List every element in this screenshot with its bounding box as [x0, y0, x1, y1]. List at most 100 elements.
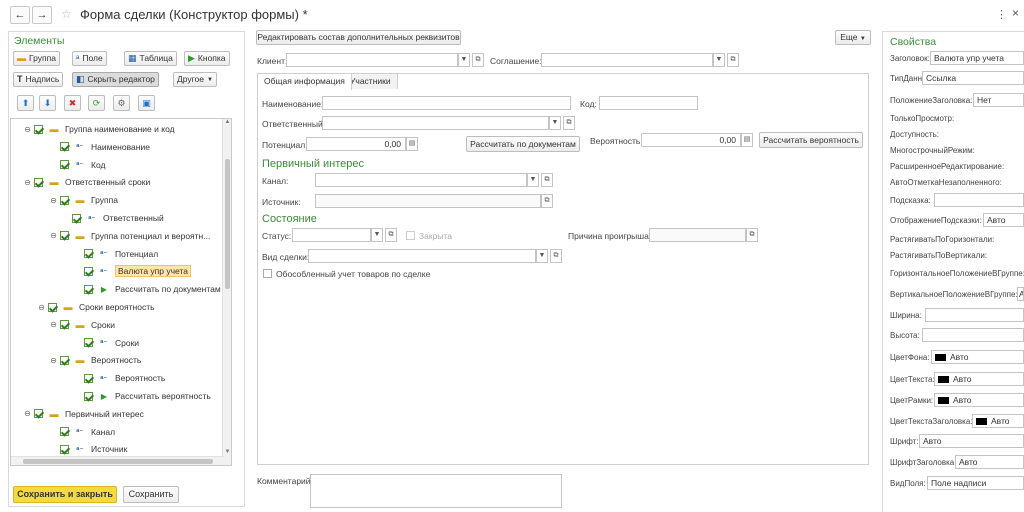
tree-item[interactable]: ᵃ⁻ Канал [49, 424, 115, 440]
agreement-dropdown-button[interactable]: ▼ [713, 53, 725, 67]
prop-textcolor-input[interactable]: Авто [934, 372, 1024, 386]
visibility-checkbox[interactable] [60, 231, 69, 241]
deal-type-open-button[interactable]: ⧉ [550, 249, 562, 263]
back-button[interactable]: ← [10, 6, 30, 24]
potential-calculator-button[interactable]: ▤ [406, 137, 418, 151]
tree-item[interactable]: ⊖ ▬ Группа [49, 192, 118, 208]
tree-item[interactable]: ▶ Рассчитать вероятность [73, 388, 211, 404]
client-open-button[interactable]: ⧉ [472, 53, 484, 67]
separate-goods-checkbox[interactable] [263, 269, 272, 278]
prop-datatype-input[interactable]: Ссылка [922, 71, 1024, 85]
visibility-checkbox[interactable] [60, 320, 69, 330]
tree-item[interactable]: ⊖ ▬ Группа наименование и код [23, 121, 174, 137]
visibility-checkbox[interactable] [84, 338, 93, 348]
prop-font-input[interactable]: Авто [919, 434, 1024, 448]
tree-item[interactable]: ᵃ⁻ Вероятность [73, 370, 165, 386]
scroll-thumb[interactable] [23, 459, 213, 464]
visibility-checkbox[interactable] [48, 302, 57, 312]
prop-vpos-group-input[interactable]: А [1017, 287, 1024, 301]
visibility-checkbox[interactable] [60, 355, 69, 365]
visibility-checkbox[interactable] [84, 391, 93, 401]
visibility-checkbox[interactable] [34, 124, 43, 134]
refresh-button[interactable]: ⟳ [88, 95, 105, 111]
tree-item[interactable]: ⊖ ▬ Вероятность [49, 352, 141, 368]
probability-calculator-button[interactable]: ▤ [741, 133, 753, 147]
more-menu-icon[interactable]: ⋮ [996, 8, 1007, 21]
visibility-checkbox[interactable] [60, 427, 69, 437]
closed-checkbox[interactable] [406, 231, 415, 240]
edit-additional-attributes-button[interactable]: Редактировать состав дополнительных рекв… [256, 30, 461, 45]
potential-input[interactable]: 0,00 [306, 137, 406, 151]
prop-bgcolor-input[interactable]: Авто [931, 350, 1024, 364]
close-icon[interactable]: × [1012, 6, 1019, 20]
tree-item[interactable]: ᵃ⁻ Сроки [73, 335, 139, 351]
visibility-checkbox[interactable] [60, 444, 69, 454]
preview-button[interactable]: ▣ [138, 95, 155, 111]
tree-item[interactable]: ᵃ⁻ Ответственный [61, 210, 164, 226]
visibility-checkbox[interactable] [34, 409, 43, 419]
name-input[interactable] [322, 96, 571, 110]
other-dropdown-button[interactable]: Другое ▼ [173, 72, 217, 87]
channel-dropdown-button[interactable]: ▼ [527, 173, 539, 187]
tab-general-info[interactable]: Общая информация [257, 73, 352, 90]
tree-item[interactable]: ⊖ ▬ Первичный интерес [23, 406, 144, 422]
visibility-checkbox[interactable] [60, 160, 69, 170]
status-input[interactable] [292, 228, 371, 242]
calc-by-documents-button[interactable]: Рассчитать по документам [466, 136, 580, 152]
move-up-button[interactable]: ⬆ [17, 95, 34, 111]
loss-reason-input[interactable] [649, 228, 746, 242]
prop-hint-input[interactable] [934, 193, 1024, 207]
tree-item[interactable]: ᵃ⁻ Источник [49, 441, 127, 457]
tree-item[interactable]: ᵃ⁻ Наименование [49, 139, 150, 155]
prop-fieldtype-input[interactable]: Поле надписи [927, 476, 1024, 490]
responsible-dropdown-button[interactable]: ▼ [549, 116, 561, 130]
visibility-checkbox[interactable] [34, 177, 43, 187]
collapse-toggle-icon[interactable]: ⊖ [23, 409, 32, 418]
tree-item[interactable]: ⊖ ▬ Группа потенциал и вероятн... [49, 228, 210, 244]
scroll-up-icon[interactable]: ▲ [223, 119, 231, 125]
deal-type-input[interactable] [308, 249, 536, 263]
add-group-button[interactable]: ▬ Группа [13, 51, 60, 66]
add-button-button[interactable]: ▶ Кнопка [184, 51, 230, 66]
collapse-toggle-icon[interactable]: ⊖ [37, 303, 46, 312]
delete-button[interactable]: ✖ [64, 95, 81, 111]
agreement-open-button[interactable]: ⧉ [727, 53, 739, 67]
tree-horizontal-scrollbar[interactable] [11, 456, 224, 465]
visibility-checkbox[interactable] [84, 373, 93, 383]
tree-item[interactable]: ⊖ ▬ Сроки вероятность [37, 299, 154, 315]
tree-item[interactable]: ⊖ ▬ Ответственный сроки [23, 174, 150, 190]
collapse-toggle-icon[interactable]: ⊖ [49, 196, 58, 205]
loss-reason-open-button[interactable]: ⧉ [746, 228, 758, 242]
prop-header-position-input[interactable]: Нет [973, 93, 1024, 107]
client-dropdown-button[interactable]: ▼ [458, 53, 470, 67]
elements-tree[interactable]: ⊖ ▬ Группа наименование и код ᵃ⁻ Наименовани… [10, 118, 232, 466]
hide-editor-button[interactable]: ◧ Скрыть редактор [72, 72, 159, 87]
add-field-button[interactable]: ᵃ Поле [72, 51, 107, 66]
status-dropdown-button[interactable]: ▼ [371, 228, 383, 242]
prop-header-input[interactable]: Валюта упр учета [930, 51, 1024, 65]
prop-hint-display-input[interactable]: Авто [983, 213, 1024, 227]
comment-textarea[interactable] [310, 474, 562, 508]
status-open-button[interactable]: ⧉ [385, 228, 397, 242]
scroll-thumb[interactable] [225, 159, 230, 289]
prop-height-input[interactable] [922, 328, 1024, 342]
responsible-input[interactable] [322, 116, 549, 130]
tree-item[interactable]: ⊖ ▬ Сроки [49, 317, 115, 333]
tree-vertical-scrollbar[interactable]: ▲ ▼ [222, 119, 231, 465]
visibility-checkbox[interactable] [60, 195, 69, 205]
prop-bordercolor-input[interactable]: Авто [934, 393, 1024, 407]
prop-headerfont-input[interactable]: Авто [955, 455, 1024, 469]
calc-probability-button[interactable]: Рассчитать вероятность [759, 132, 863, 148]
collapse-toggle-icon[interactable]: ⊖ [49, 231, 58, 240]
add-label-button[interactable]: T Надпись [13, 72, 64, 87]
source-input[interactable] [315, 194, 541, 208]
deal-type-dropdown-button[interactable]: ▼ [536, 249, 548, 263]
save-button[interactable]: Сохранить [123, 486, 179, 503]
tree-item[interactable]: ᵃ⁻ Валюта упр учета [73, 263, 192, 279]
collapse-toggle-icon[interactable]: ⊖ [23, 125, 32, 134]
agreement-input[interactable] [541, 53, 713, 67]
source-open-button[interactable]: ⧉ [541, 194, 553, 208]
save-and-close-button[interactable]: Сохранить и закрыть [13, 486, 117, 503]
collapse-toggle-icon[interactable]: ⊖ [23, 178, 32, 187]
settings-button[interactable]: ⚙ [113, 95, 130, 111]
